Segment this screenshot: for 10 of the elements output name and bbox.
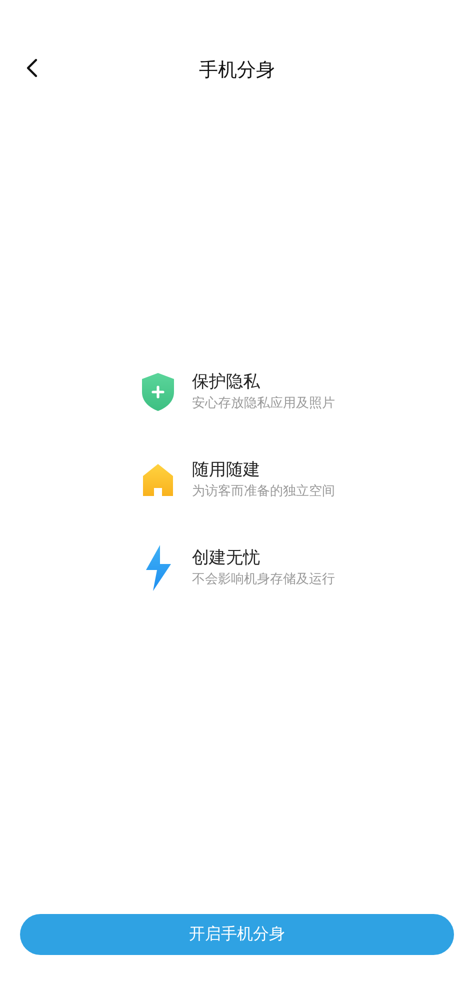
page-title: 手机分身	[199, 58, 275, 83]
feature-description: 为访客而准备的独立空间	[192, 483, 335, 501]
shield-icon	[140, 372, 176, 412]
back-icon	[26, 58, 38, 78]
feature-title: 创建无忧	[192, 547, 261, 570]
enable-button[interactable]: 开启手机分身	[20, 914, 454, 955]
feature-description: 安心存放隐私应用及照片	[192, 395, 335, 413]
feature-title: 随用随建	[192, 459, 261, 482]
feature-title: 保护隐私	[192, 371, 261, 394]
feature-description: 不会影响机身存储及运行	[192, 571, 335, 589]
